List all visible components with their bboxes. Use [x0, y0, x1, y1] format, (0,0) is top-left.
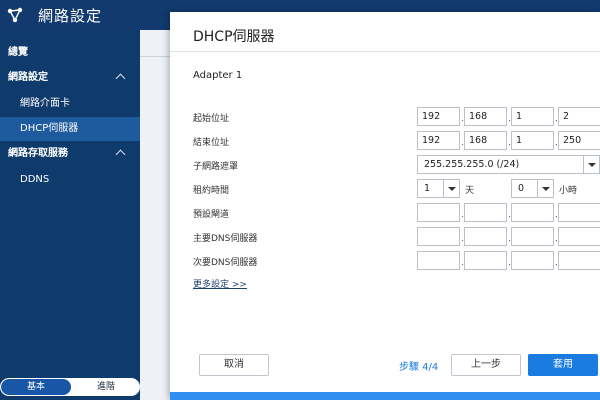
lease-hours-select[interactable]: 0 [511, 179, 554, 198]
sidebar-item-label: 網路設定 [8, 72, 48, 83]
lease-time-label: 租約時間 [193, 186, 230, 196]
dialog-title: DHCP伺服器 [193, 29, 275, 45]
primary-dns-label: 主要DNS伺服器 [193, 234, 258, 244]
mode-advanced-button[interactable]: 進階 [71, 379, 139, 395]
start-ip-octet-1[interactable]: 192 [417, 107, 460, 126]
start-ip-octet-4[interactable]: 2 [558, 107, 600, 126]
gateway-octet-4[interactable] [558, 203, 600, 222]
progress-bar [170, 392, 600, 400]
end-ip-label: 結束位址 [193, 138, 230, 148]
secondary-dns-octet-4[interactable] [558, 251, 600, 270]
gateway-octet-2[interactable] [464, 203, 507, 222]
secondary-dns-label: 次要DNS伺服器 [193, 258, 258, 268]
lease-days-value: 1 [424, 183, 431, 194]
chevron-up-icon [115, 149, 126, 160]
back-button[interactable]: 上一步 [451, 354, 521, 376]
network-settings-icon [7, 7, 23, 23]
chevron-down-icon [583, 156, 599, 173]
cancel-button[interactable]: 取消 [199, 354, 269, 376]
step-indicator: 步驟 4/4 [399, 362, 439, 373]
primary-dns-octet-1[interactable] [417, 227, 460, 246]
apply-button[interactable]: 套用 [528, 354, 598, 376]
background-page [140, 30, 170, 400]
sidebar-item-label: DHCP伺服器 [20, 123, 79, 134]
secondary-dns-octet-1[interactable] [417, 251, 460, 270]
lease-days-unit: 天 [465, 186, 475, 196]
end-ip-octet-3[interactable]: 1 [511, 131, 554, 150]
sidebar: 總覽 網路設定 網路介面卡 DHCP伺服器 網路存取服務 DDNS 基本 進階 [0, 30, 140, 400]
primary-dns-octet-2[interactable] [464, 227, 507, 246]
start-ip-label: 起始位址 [193, 114, 230, 124]
start-ip-octet-3[interactable]: 1 [511, 107, 554, 126]
lease-hours-value: 0 [518, 183, 525, 194]
secondary-dns-octet-3[interactable] [511, 251, 554, 270]
gateway-label: 預設閘道 [193, 210, 230, 220]
mode-toggle: 基本 進階 [0, 378, 140, 396]
chevron-up-icon [115, 73, 126, 84]
end-ip-octet-1[interactable]: 192 [417, 131, 460, 150]
primary-dns-octet-3[interactable] [511, 227, 554, 246]
adapter-title: Adapter 1 [193, 70, 243, 81]
sidebar-item-label: 總覽 [8, 47, 28, 58]
dhcp-server-dialog: DHCP伺服器 Adapter 1 起始位址 192 . 168 . 1 . 2… [170, 12, 600, 400]
secondary-dns-octet-2[interactable] [464, 251, 507, 270]
sidebar-item-label: 網路介面卡 [20, 98, 70, 109]
sidebar-item-label: DDNS [20, 174, 50, 185]
subnet-mask-label: 子網路遮罩 [193, 162, 239, 172]
lease-days-select[interactable]: 1 [417, 179, 460, 198]
end-ip-octet-2[interactable]: 168 [464, 131, 507, 150]
gateway-octet-3[interactable] [511, 203, 554, 222]
end-ip-octet-4[interactable]: 250 [558, 131, 600, 150]
sidebar-item-network-access-services[interactable]: 網路存取服務 [0, 142, 140, 166]
gateway-octet-1[interactable] [417, 203, 460, 222]
app-title: 網路設定 [38, 7, 103, 25]
lease-hours-unit: 小時 [559, 186, 578, 196]
chevron-down-icon [443, 180, 459, 197]
chevron-down-icon [537, 180, 553, 197]
more-settings-link[interactable]: 更多設定 >> [193, 277, 247, 290]
sidebar-item-label: 網路存取服務 [8, 148, 68, 159]
primary-dns-octet-4[interactable] [558, 227, 600, 246]
sidebar-item-dhcp-server[interactable]: DHCP伺服器 [0, 117, 140, 141]
mode-basic-button[interactable]: 基本 [1, 379, 71, 395]
sidebar-item-overview[interactable]: 總覽 [0, 41, 140, 65]
sidebar-item-ddns[interactable]: DDNS [0, 168, 140, 192]
subnet-mask-value: 255.255.255.0 (/24) [424, 159, 520, 170]
start-ip-octet-2[interactable]: 168 [464, 107, 507, 126]
divider [140, 56, 170, 57]
divider [170, 51, 600, 52]
subnet-mask-select[interactable]: 255.255.255.0 (/24) [417, 155, 600, 174]
sidebar-item-network-adapters[interactable]: 網路介面卡 [0, 92, 140, 116]
sidebar-item-network-settings[interactable]: 網路設定 [0, 66, 140, 90]
